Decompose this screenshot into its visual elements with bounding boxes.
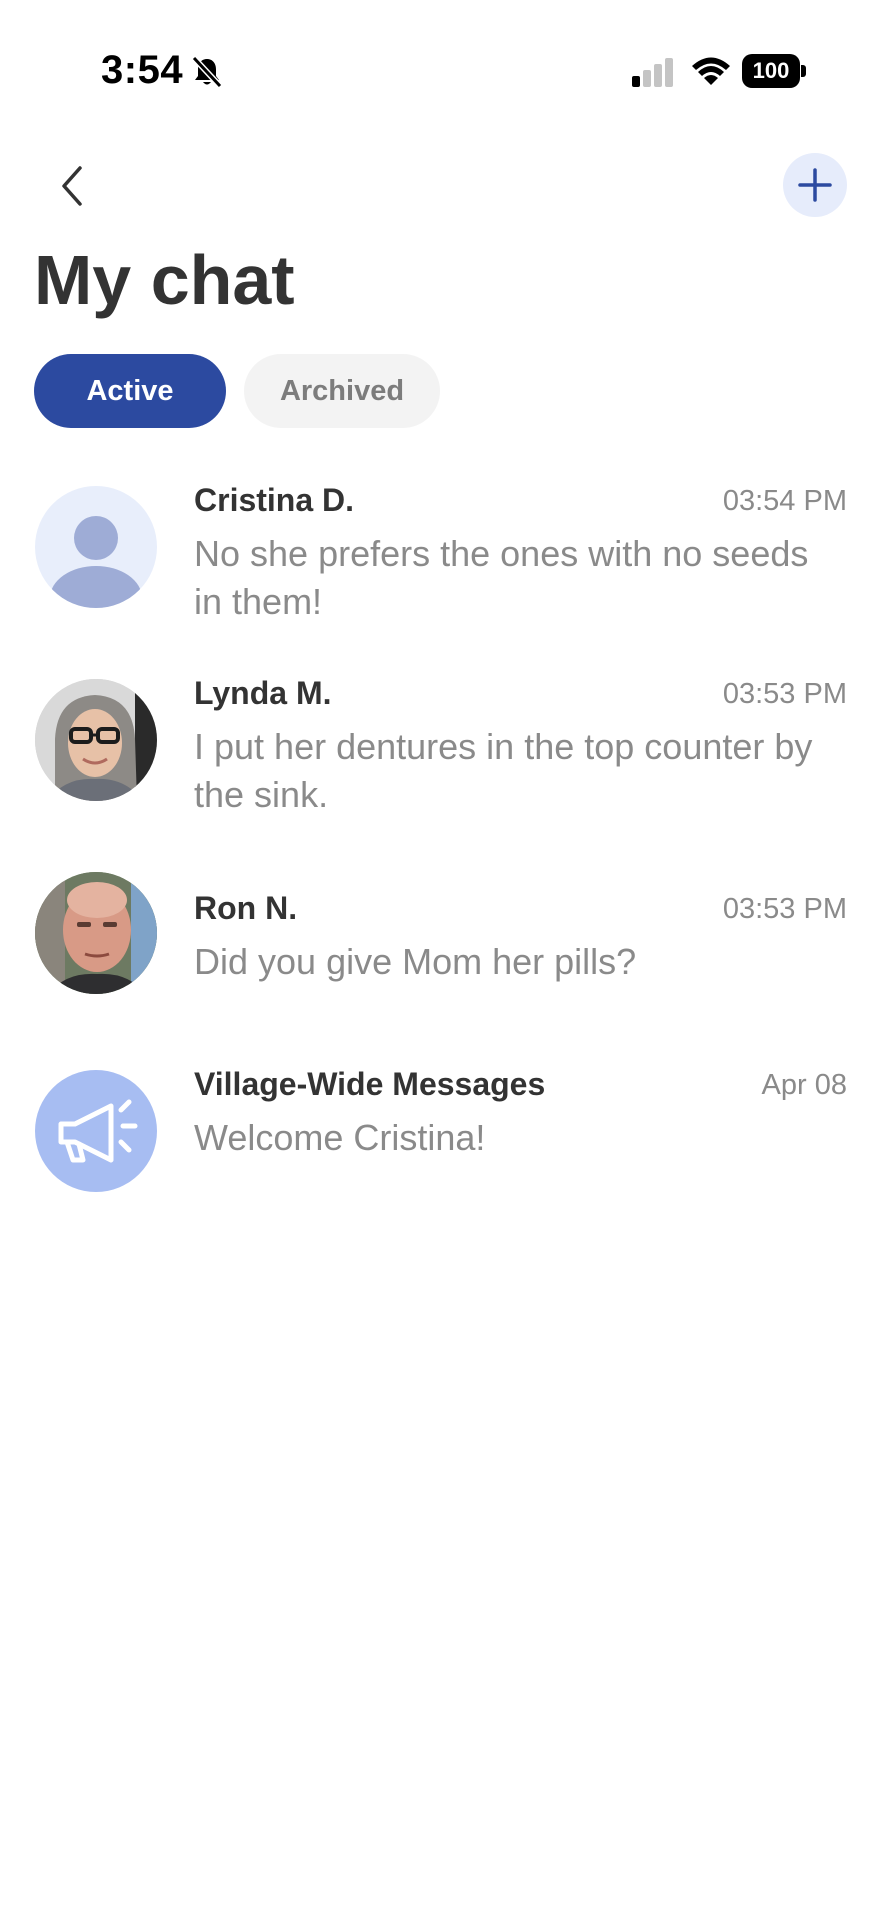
chat-item-lynda[interactable]: Lynda M. 03:53 PM I put her dentures in …: [0, 663, 883, 833]
chat-preview: Welcome Cristina!: [194, 1117, 486, 1158]
tab-active[interactable]: Active: [34, 354, 226, 428]
status-bar: 3:54 100: [0, 0, 883, 140]
chat-name: Village-Wide Messages: [194, 1066, 546, 1102]
battery-tip: [801, 65, 806, 77]
chat-name: Ron N.: [194, 890, 298, 926]
chat-time: 03:53 PM: [722, 678, 847, 710]
chat-preview: No she prefers the ones with no seeds in…: [194, 533, 809, 622]
plus-icon: [798, 168, 832, 202]
chat-time: 03:54 PM: [722, 485, 847, 517]
megaphone-icon: [58, 1099, 138, 1163]
back-button[interactable]: [48, 158, 98, 214]
tab-archived[interactable]: Archived: [244, 354, 440, 428]
chat-preview: Did you give Mom her pills?: [194, 941, 637, 982]
chat-name: Cristina D.: [194, 482, 355, 518]
new-chat-button[interactable]: [783, 153, 847, 217]
battery-indicator: 100: [742, 54, 806, 88]
avatar: [35, 1070, 157, 1192]
wifi-icon: [692, 57, 730, 85]
avatar: [35, 486, 157, 608]
chat-time: 03:53 PM: [722, 893, 847, 925]
bell-off-icon: [191, 55, 223, 89]
chat-name: Lynda M.: [194, 675, 332, 711]
chat-list-screen: 3:54 100 My chat Active Archived Cristin…: [0, 0, 883, 1920]
chat-item-cristina[interactable]: Cristina D. 03:54 PM No she prefers the …: [0, 470, 883, 640]
chat-tabs: Active Archived: [34, 354, 440, 428]
avatar: [35, 679, 157, 801]
user-photo-avatar-icon: [35, 872, 157, 994]
status-time: 3:54: [101, 48, 184, 92]
chat-item-village-wide[interactable]: Village-Wide Messages Apr 08 Welcome Cri…: [0, 1050, 883, 1220]
page-title: My chat: [34, 241, 295, 319]
chat-time: Apr 08: [761, 1069, 847, 1101]
user-photo-avatar-icon: [35, 679, 157, 801]
chat-item-ron[interactable]: Ron N. 03:53 PM Did you give Mom her pil…: [0, 856, 883, 1026]
user-placeholder-icon: [50, 516, 142, 608]
battery-level: 100: [742, 54, 800, 88]
signal-icon: [632, 58, 673, 87]
chat-preview: I put her dentures in the top counter by…: [194, 726, 813, 815]
avatar: [35, 872, 157, 994]
chevron-left-icon: [62, 166, 82, 206]
